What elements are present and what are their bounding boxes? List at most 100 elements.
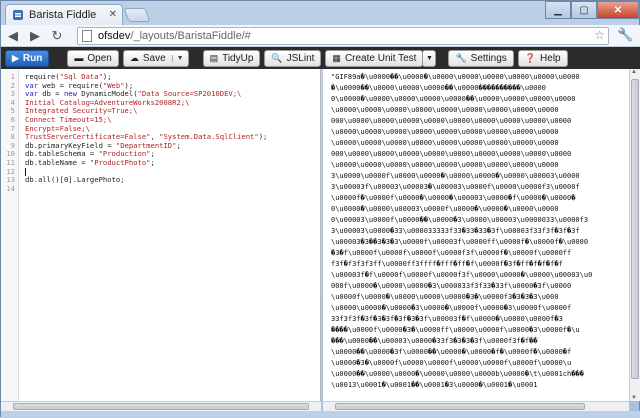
bookmark-star-icon[interactable]: ☆ — [594, 28, 605, 42]
output-line: 0\u00003\u0000f\u0000��\u0000�3\u0000\u0… — [331, 216, 589, 224]
scrollbar-thumb[interactable] — [13, 403, 309, 410]
scrollbar-thumb[interactable] — [335, 403, 585, 410]
output-line: 0\u0000�\u0000\u00003\u0000f\u0000�\u000… — [331, 205, 559, 213]
back-arrow-icon[interactable]: ◀ — [3, 26, 23, 46]
output-line: \u0000\u0000\u0000\u0000\u0000\u0000\u00… — [331, 139, 559, 147]
code-token: db.all()[0].LargePhoto; — [25, 175, 125, 185]
browser-window: Barista Fiddle ✕ ▁ ▢ ✕ ◀ ▶ ↻ ofsdev /_la… — [0, 0, 640, 418]
output-line: 3\u00003f\u00003\u00003�\u00003\u0000f\u… — [331, 183, 580, 191]
code-token: ; — [176, 140, 181, 150]
tab-strip: Barista Fiddle ✕ ▁ ▢ ✕ — [1, 1, 640, 25]
code-token: ); — [258, 132, 268, 142]
maximize-icon[interactable]: ▢ — [571, 1, 597, 19]
line-number: 14 — [6, 183, 15, 193]
output-line: \u0013\u0001�\u0001��\u0001�3\u0000�\u00… — [331, 381, 538, 389]
play-icon: ▶ — [12, 52, 19, 63]
code-line[interactable]: 11 db.tableName = "ProductPhoto"; — [1, 158, 320, 168]
help-label: Help — [540, 52, 561, 64]
window-controls: ▁ ▢ ✕ — [545, 1, 639, 19]
url-host: ofsdev — [98, 30, 131, 42]
app-toolbar: ▶ Run ▬ Open ☁ Save ▼ ▤ TidyUp 🔍 JSLint … — [1, 47, 640, 69]
output-line: \u00003f�f\u0000f\u0000f\u0000f3f\u0000\… — [331, 271, 593, 279]
code-line[interactable]: 14 — [1, 183, 320, 194]
output-line: \u0000\u0000\u0000\u0000\u0000\u0000\u00… — [331, 106, 559, 114]
output-pane[interactable]: "GIF89a�\u0000��\u0000�\u0000\u0000\u000… — [323, 69, 629, 401]
output-line: �3�f\u0000f\u0000f\u0000f\u0000f3f\u0000… — [331, 249, 572, 257]
output-line: 0\u0000�\u0000\u0000\u0000\u0000��\u0000… — [331, 95, 576, 103]
run-button[interactable]: ▶ Run — [5, 49, 50, 67]
code-text: db.tableName = "ProductPhoto"; — [25, 158, 155, 168]
output-line: \u0000\u0000\u0000\u0000\u0000\u0000\u00… — [331, 161, 559, 169]
create-unit-test-label: Create Unit Test — [344, 52, 417, 64]
browser-tab[interactable]: Barista Fiddle ✕ — [5, 4, 123, 25]
output-line: 000f\u0000�\u0000\u0000�3\u000033f3f33�3… — [331, 282, 572, 290]
cloud-save-icon: ☁ — [129, 52, 139, 63]
close-window-icon[interactable]: ✕ — [597, 1, 639, 19]
open-button[interactable]: ▬ Open — [67, 49, 119, 67]
close-icon[interactable]: ✕ — [109, 9, 117, 20]
output-line: \u0000f�\u0000f\u0000�\u0000�\u00003\u00… — [331, 194, 576, 202]
address-bar[interactable]: ofsdev /_layouts/BaristaFiddle/# ☆ — [77, 27, 609, 45]
forward-arrow-icon[interactable]: ▶ — [25, 26, 45, 46]
browser-toolbar: ◀ ▶ ↻ ofsdev /_layouts/BaristaFiddle/# ☆… — [1, 25, 640, 47]
question-icon: ❓ — [524, 52, 537, 63]
output-line: "GIF89a�\u0000��\u0000�\u0000\u0000\u000… — [331, 73, 580, 81]
page-favicon-icon — [12, 9, 24, 21]
code-line[interactable]: 13 db.all()[0].LargePhoto; — [1, 175, 320, 185]
grid-icon: ▦ — [332, 52, 341, 63]
output-line: \u0000��\u0000\u0000�\u0000\u0000\u0000b… — [331, 370, 584, 378]
jslint-button[interactable]: 🔍 JSLint — [264, 49, 322, 67]
code-text: db.all()[0].LargePhoto; — [25, 175, 125, 185]
output-line: \u0000�3�\u0000f\u0000\u0000f\u0000\u000… — [331, 359, 572, 367]
output-horizontal-scrollbar[interactable] — [323, 401, 629, 411]
wrench-icon: 🔧 — [455, 52, 467, 63]
text-cursor — [25, 167, 26, 176]
output-line: \u0000��\u0000�3f\u0000��\u0000�\u0000�f… — [331, 348, 572, 356]
output-line: 33f3f3f�3f�3�3f�3f�3�3f\u00003f�f\u0000�… — [331, 315, 563, 323]
output-line: 3\u00003\u0000�33\u000033333f33�33�33�3f… — [331, 227, 580, 235]
search-icon: 🔍 — [271, 52, 283, 63]
page-icon — [82, 30, 92, 42]
scrollbar-thumb[interactable] — [631, 79, 639, 379]
output-line: 3\u0000\u0000f\u0000\u0000�\u0000\u0000�… — [331, 172, 580, 180]
output-line: 000\u0000\u0000\u0000\u0000\u0000\u0000\… — [331, 150, 572, 158]
output-line: \u00003�3��3�3�3\u0000f\u00003f\u0000ff\… — [331, 238, 589, 246]
code-token: ; — [150, 158, 155, 167]
tidyup-label: TidyUp — [222, 52, 254, 64]
run-label: Run — [22, 52, 43, 64]
help-button[interactable]: ❓ Help — [517, 49, 568, 67]
output-line: ����\u0000f\u0000�3�\u0000ff\u0000\u0000… — [331, 326, 580, 334]
broom-icon: ▤ — [209, 52, 219, 63]
settings-button[interactable]: 🔧 Settings — [448, 49, 514, 67]
jslint-label: JSLint — [286, 52, 315, 64]
code-editor[interactable]: 1 require("Sql Data"); 2 var web = require(… — [1, 69, 321, 401]
wrench-icon[interactable]: 🔧 — [617, 27, 633, 43]
output-line: f3f�f3f3f3ff\u0000ff3ffff�fff�ff�f\u0000… — [331, 260, 563, 268]
chevron-down-icon: ▼ — [425, 54, 433, 62]
save-label: Save — [142, 52, 166, 64]
output-vertical-scrollbar[interactable]: ▲ ▼ — [629, 69, 640, 401]
folder-icon: ▬ — [74, 53, 84, 63]
chevron-down-icon[interactable]: ▼ — [171, 54, 184, 62]
reload-icon[interactable]: ↻ — [47, 26, 67, 46]
tidyup-button[interactable]: ▤ TidyUp — [202, 49, 261, 67]
output-line: \u0000\u0000�\u0000�3\u0000�\u0000f\u000… — [331, 304, 572, 312]
editor-horizontal-scrollbar[interactable] — [1, 401, 321, 411]
open-label: Open — [87, 52, 112, 64]
minimize-icon[interactable]: ▁ — [545, 1, 571, 19]
scroll-up-icon[interactable]: ▲ — [631, 69, 637, 75]
output-line: \u0000f\u0000�\u0000\u0000\u0000�3�\u000… — [331, 293, 559, 301]
unit-test-dropdown[interactable]: ▼ — [422, 49, 437, 67]
save-button[interactable]: ☁ Save ▼ — [122, 49, 189, 67]
output-line: \u0000\u0000\u0000\u0000\u0000\u0000\u00… — [331, 128, 559, 136]
output-line: 000\u0000\u0000\u0000\u0000\u0000\u0000\… — [331, 117, 572, 125]
create-unit-test-button[interactable]: ▦ Create Unit Test — [325, 49, 424, 67]
settings-label: Settings — [470, 52, 507, 64]
scroll-down-icon[interactable]: ▼ — [631, 395, 637, 401]
output-line: �\u0000��\u0000\u0000\u0000��\u0000�����… — [331, 84, 546, 92]
url-path: /_layouts/BaristaFiddle/# — [130, 30, 251, 42]
tab-title: Barista Fiddle — [29, 9, 97, 21]
output-line: ���\u0000��\u00003\u0000�33f3�3�3�3f\u00… — [331, 337, 538, 345]
code-token: db.tableName = — [25, 158, 90, 167]
new-tab-button[interactable] — [123, 8, 151, 22]
